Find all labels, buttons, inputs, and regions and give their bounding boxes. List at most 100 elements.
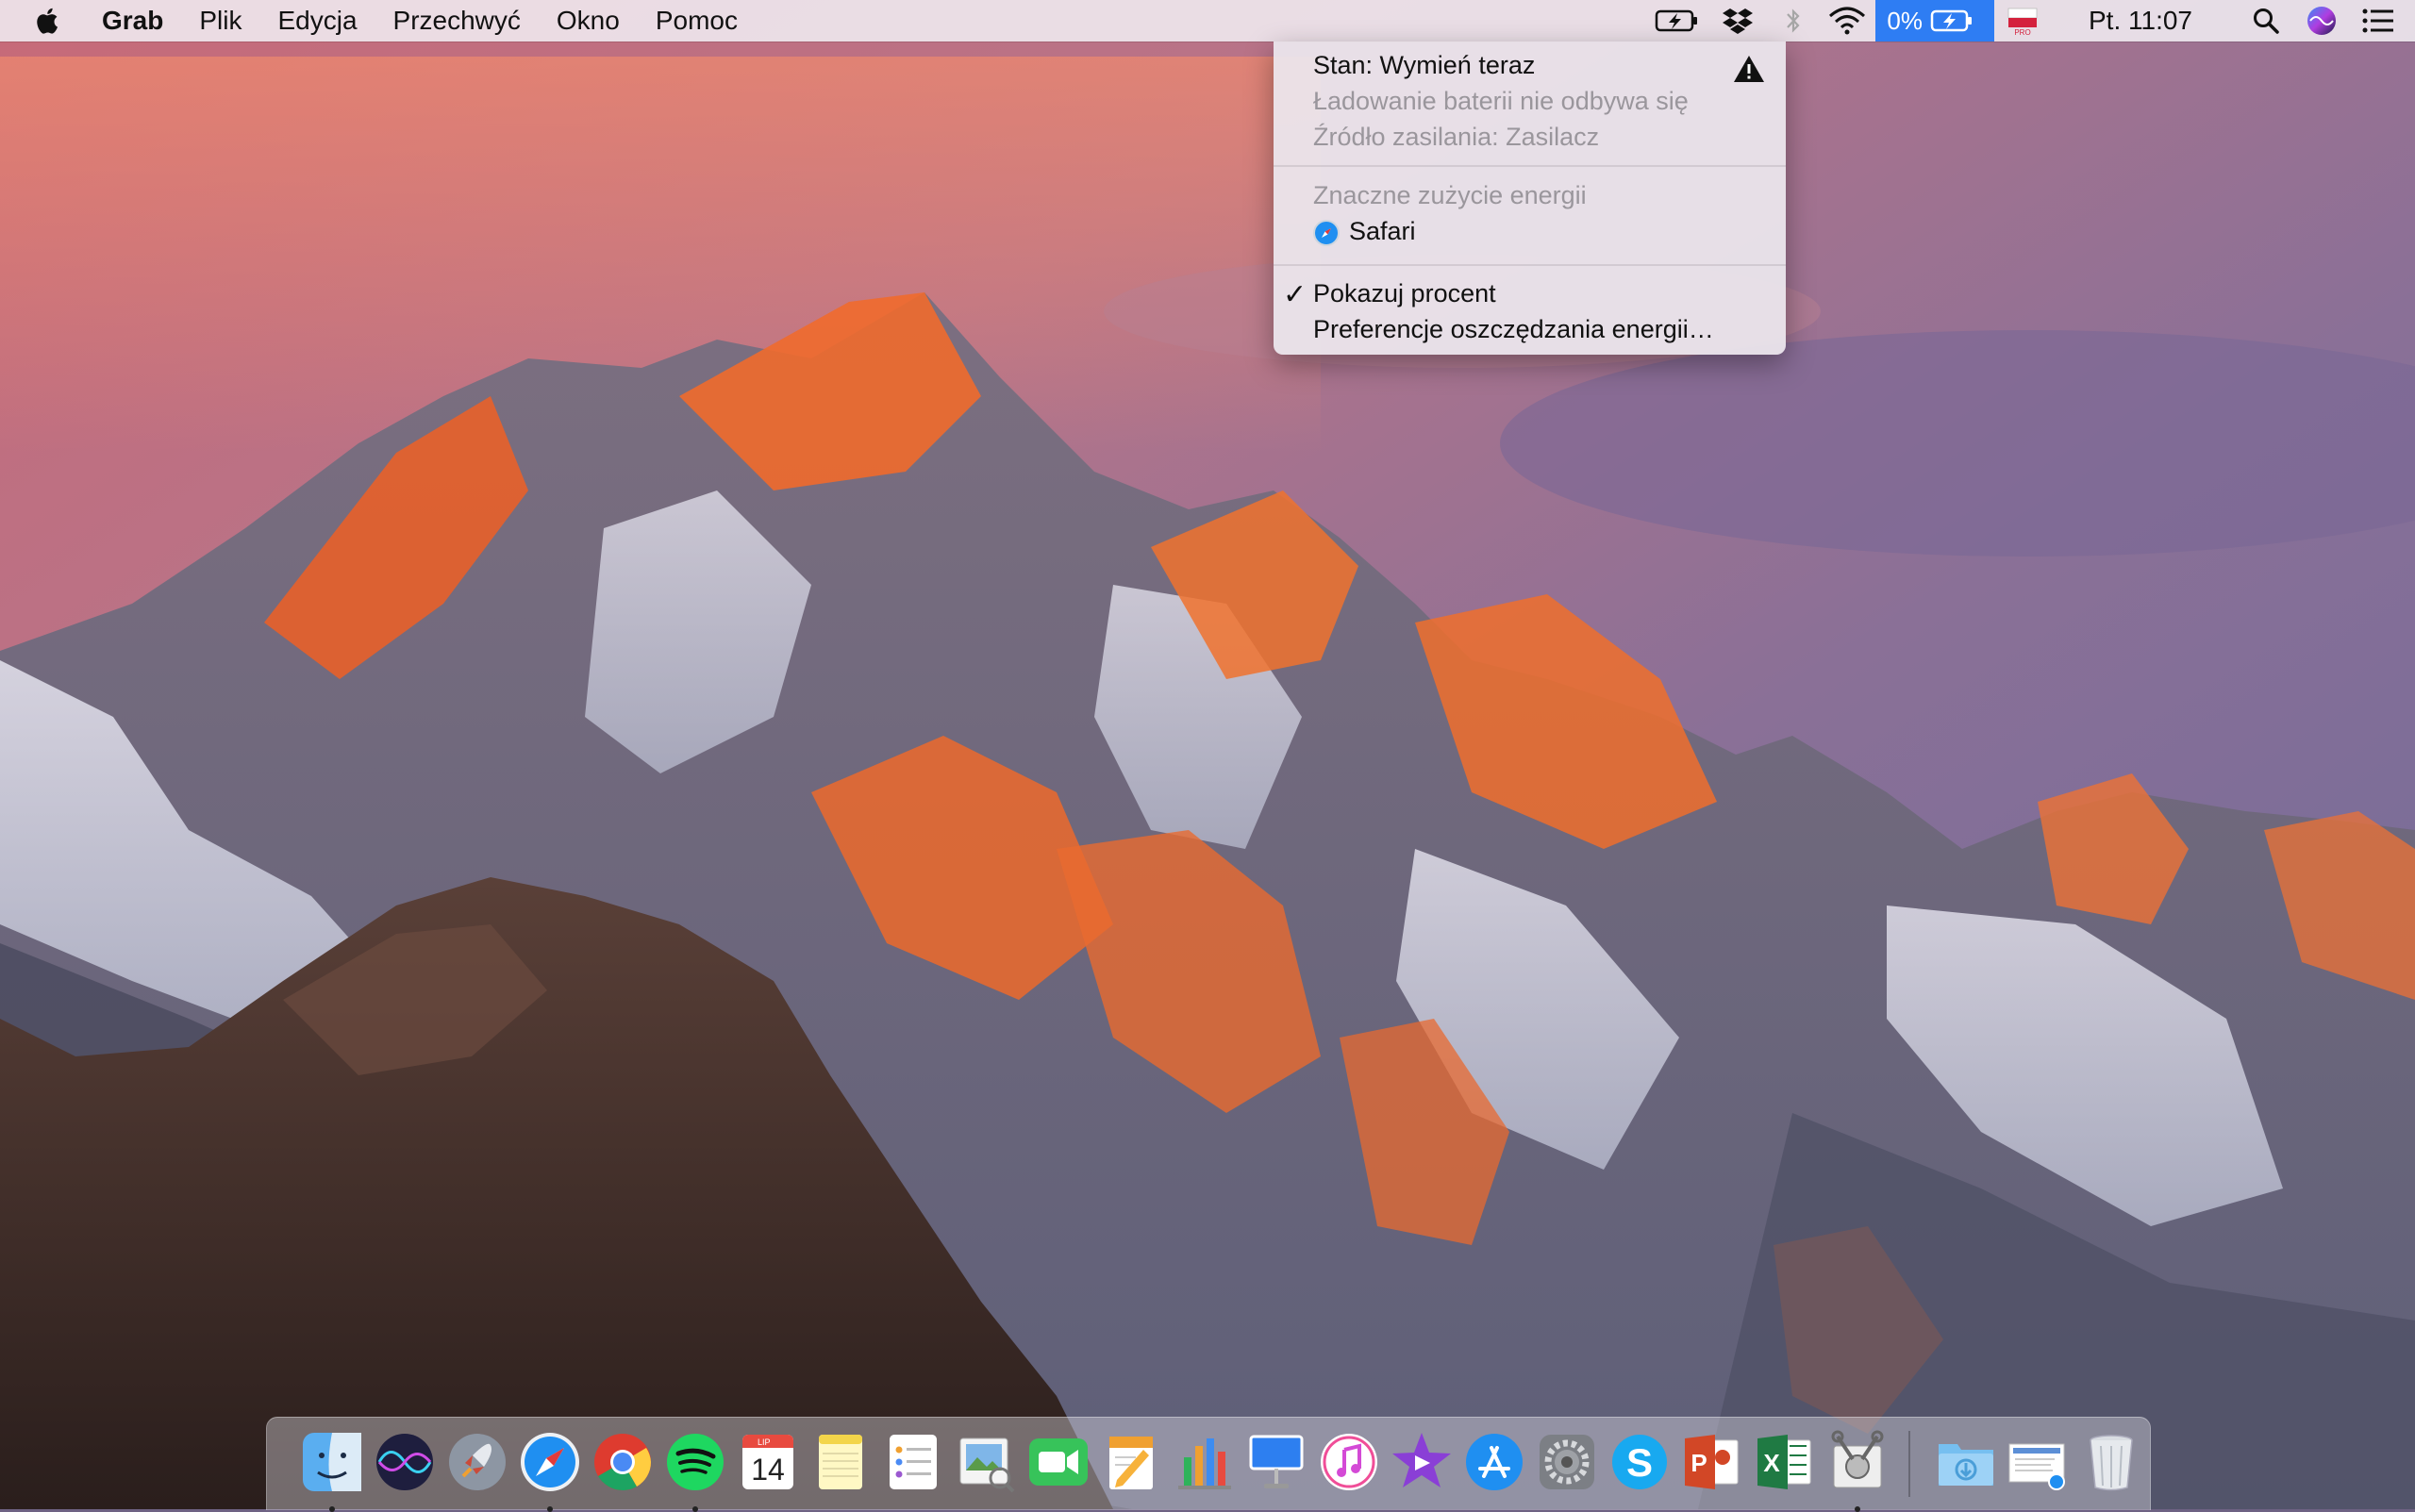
dock-facetime[interactable]: [1025, 1429, 1091, 1495]
dock-system-preferences[interactable]: [1534, 1429, 1600, 1495]
dock-skype[interactable]: S: [1607, 1429, 1673, 1495]
keynote-icon: [1249, 1435, 1304, 1488]
bluetooth-icon: [1787, 8, 1800, 33]
apple-logo-icon[interactable]: [34, 7, 58, 35]
dock-keynote[interactable]: [1243, 1429, 1309, 1495]
battery-dropdown-menu: Stan: Wymień teraz Ładowanie baterii nie…: [1274, 42, 1786, 355]
dock-separator: [1908, 1431, 1910, 1497]
dock-app-store[interactable]: [1461, 1429, 1527, 1495]
running-indicator: [692, 1506, 698, 1512]
facetime-icon: [1029, 1438, 1088, 1486]
dock-calendar[interactable]: LIP 14: [735, 1429, 801, 1495]
launchpad-icon: [449, 1434, 506, 1490]
skype-icon: S: [1612, 1435, 1667, 1489]
grab-icon: [1831, 1430, 1884, 1488]
pages-icon: [1109, 1437, 1153, 1489]
numbers-icon: [1178, 1438, 1231, 1489]
menu-pomoc[interactable]: Pomoc: [656, 6, 738, 36]
dock-powerpoint[interactable]: P: [1679, 1429, 1745, 1495]
dock-trash[interactable]: [2078, 1429, 2144, 1495]
imovie-icon: [1392, 1433, 1451, 1487]
input-source[interactable]: PRO: [1994, 0, 2051, 42]
battery-charging-status[interactable]: [1647, 0, 1707, 42]
dock-grab[interactable]: [1824, 1429, 1890, 1512]
reminders-icon: [890, 1435, 937, 1489]
running-indicator: [547, 1506, 553, 1512]
menu-okno[interactable]: Okno: [557, 6, 620, 36]
dock-pages[interactable]: [1098, 1429, 1164, 1495]
menu-przechwyc[interactable]: Przechwyć: [393, 6, 521, 36]
siri-icon: [2307, 7, 2336, 35]
dropbox-icon: [1723, 8, 1754, 34]
app-store-icon: [1466, 1434, 1523, 1490]
dock-itunes[interactable]: [1316, 1429, 1382, 1495]
menu-separator: [1274, 165, 1786, 167]
energy-app-safari[interactable]: Safari: [1313, 217, 1416, 246]
dock-launchpad[interactable]: [444, 1429, 510, 1495]
show-percent-item[interactable]: Pokazuj procent: [1313, 279, 1496, 308]
notification-center[interactable]: [2349, 0, 2407, 42]
gear-icon: [1540, 1435, 1594, 1489]
svg-text:P: P: [1690, 1449, 1707, 1477]
spotlight-search-icon: [2254, 8, 2279, 34]
wifi-status[interactable]: [1819, 0, 1875, 42]
svg-text:X: X: [1763, 1449, 1780, 1477]
dock-preview[interactable]: [953, 1429, 1019, 1495]
energy-saver-preferences-item[interactable]: Preferencje oszczędzania energii…: [1313, 315, 1714, 344]
svg-text:S: S: [1626, 1440, 1653, 1485]
battery-status-menu[interactable]: 0%: [1875, 0, 1994, 42]
menu-separator: [1274, 264, 1786, 266]
warning-icon: [1734, 56, 1764, 82]
dock-finder[interactable]: [299, 1429, 365, 1512]
battery-condition: Stan: Wymień teraz: [1313, 51, 1536, 79]
menu-clock[interactable]: Pt. 11:07: [2089, 6, 2192, 36]
calendar-day: 14: [751, 1453, 785, 1487]
siri-menu[interactable]: [2294, 0, 2349, 42]
battery-icon: [1930, 9, 1972, 32]
document-stack-icon: [2008, 1443, 2065, 1490]
chrome-icon: [594, 1434, 651, 1491]
menu-bar: Grab Plik Edycja Przechwyć Okno Pomoc 0%…: [0, 0, 2415, 42]
safari-icon: [1313, 219, 1340, 246]
finder-icon: [303, 1433, 361, 1491]
menu-plik[interactable]: Plik: [199, 6, 242, 36]
battery-charging-info: Ładowanie baterii nie odbywa się: [1313, 87, 1689, 115]
spotlight-search[interactable]: [2238, 0, 2294, 42]
trash-icon: [2090, 1435, 2133, 1491]
calendar-icon: LIP 14: [742, 1435, 793, 1489]
dock-safari[interactable]: [517, 1429, 583, 1512]
calendar-month: LIP: [758, 1437, 771, 1447]
dock-siri[interactable]: [372, 1429, 438, 1495]
powerpoint-icon: P: [1685, 1435, 1739, 1489]
energy-usage-header: Znaczne zużycie energii: [1313, 181, 1587, 209]
siri-icon: [376, 1434, 433, 1490]
preview-icon: [959, 1437, 1015, 1493]
dock-spotify[interactable]: [662, 1429, 728, 1512]
bluetooth-status[interactable]: [1768, 0, 1819, 42]
menu-edycja[interactable]: Edycja: [277, 6, 357, 36]
checkmark-icon: ✓: [1283, 279, 1307, 310]
running-indicator: [1855, 1506, 1860, 1512]
safari-icon: [521, 1433, 579, 1491]
dropbox-status[interactable]: [1707, 0, 1768, 42]
notification-center-icon: [2362, 8, 2393, 33]
svg-text:PRO: PRO: [2014, 28, 2030, 37]
itunes-icon: [1321, 1434, 1377, 1490]
dock-chrome[interactable]: [590, 1429, 656, 1495]
menu-app-grab[interactable]: Grab: [102, 6, 163, 36]
battery-charging-icon: [1656, 9, 1698, 32]
dock: LIP 14 S P X: [266, 1417, 2151, 1512]
notes-icon: [819, 1435, 862, 1489]
running-indicator: [329, 1506, 335, 1512]
spotify-icon: [667, 1434, 724, 1490]
dock-excel[interactable]: X: [1752, 1429, 1818, 1495]
dock-notes[interactable]: [808, 1429, 874, 1495]
wifi-icon: [1829, 7, 1866, 35]
dock-numbers[interactable]: [1171, 1429, 1237, 1495]
energy-app-label: Safari: [1349, 217, 1416, 245]
dock-imovie[interactable]: [1389, 1429, 1455, 1495]
battery-percent: 0%: [1887, 6, 1923, 35]
dock-reminders[interactable]: [880, 1429, 946, 1495]
dock-documents-stack[interactable]: [2006, 1429, 2072, 1495]
dock-downloads-folder[interactable]: [1933, 1429, 1999, 1495]
